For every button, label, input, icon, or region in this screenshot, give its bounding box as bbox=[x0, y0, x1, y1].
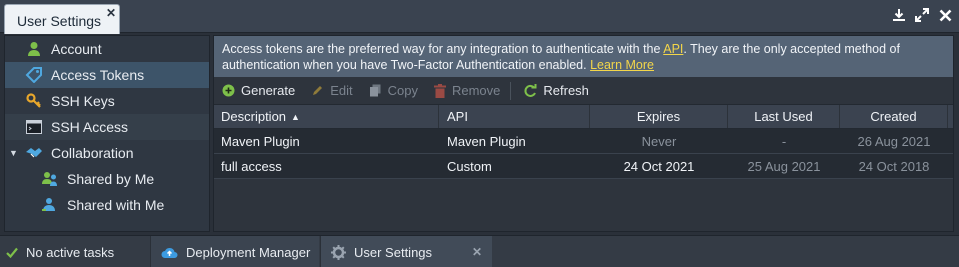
taskbar-label: Deployment Manager bbox=[186, 244, 311, 260]
user-share-icon bbox=[39, 196, 61, 214]
info-text: Access tokens are the preferred way for … bbox=[222, 42, 664, 56]
column-label: Last Used bbox=[754, 109, 813, 124]
tasks-status[interactable]: No active tasks bbox=[6, 236, 114, 267]
sidebar-item-access-tokens[interactable]: Access Tokens bbox=[5, 62, 209, 88]
cell-last-used: 25 Aug 2021 bbox=[747, 158, 821, 174]
check-icon bbox=[6, 247, 18, 258]
column-label: Expires bbox=[636, 109, 681, 124]
close-window-icon[interactable] bbox=[937, 7, 953, 23]
cell-expires: 24 Oct 2021 bbox=[623, 158, 695, 174]
users-icon bbox=[39, 170, 61, 188]
copy-label: Copy bbox=[387, 83, 418, 98]
edit-label: Edit bbox=[330, 83, 353, 98]
tasks-status-label: No active tasks bbox=[26, 244, 115, 260]
maximize-icon[interactable] bbox=[914, 7, 930, 23]
plus-circle-icon bbox=[222, 84, 235, 97]
handshake-icon bbox=[23, 144, 45, 162]
cell-expires: Never bbox=[641, 133, 677, 149]
pencil-icon bbox=[311, 84, 324, 97]
column-header-api[interactable]: API bbox=[439, 105, 590, 128]
tab-close-icon[interactable]: ✕ bbox=[106, 6, 116, 20]
main-panel: Access tokens are the preferred way for … bbox=[213, 35, 954, 232]
tab-user-settings[interactable]: User Settings ✕ bbox=[4, 4, 120, 34]
key-icon bbox=[23, 92, 45, 110]
window-controls bbox=[891, 7, 953, 23]
cell-created: 24 Oct 2018 bbox=[858, 158, 930, 174]
generate-button[interactable]: Generate bbox=[222, 83, 295, 98]
sidebar-item-label: Shared by Me bbox=[67, 171, 155, 187]
sidebar-item-label: Shared with Me bbox=[67, 197, 165, 213]
generate-label: Generate bbox=[241, 83, 296, 98]
copy-button[interactable]: Copy bbox=[369, 83, 418, 98]
cell-api: Custom bbox=[447, 158, 492, 174]
column-header-expires[interactable]: Expires bbox=[590, 105, 728, 128]
remove-label: Remove bbox=[451, 83, 501, 98]
taskbar-user-settings[interactable]: User Settings ✕ bbox=[320, 236, 492, 267]
column-header-last-used[interactable]: Last Used bbox=[728, 105, 840, 128]
download-icon[interactable] bbox=[891, 7, 907, 23]
taskbar-close-icon[interactable]: ✕ bbox=[472, 245, 482, 259]
column-header-created[interactable]: Created bbox=[840, 105, 948, 128]
tab-title: User Settings bbox=[17, 13, 102, 29]
table-row[interactable]: full access Custom 24 Oct 2021 25 Aug 20… bbox=[214, 154, 953, 179]
edit-button[interactable]: Edit bbox=[311, 83, 353, 98]
gear-icon bbox=[331, 244, 346, 260]
copy-icon bbox=[369, 84, 382, 97]
sidebar-item-ssh-keys[interactable]: SSH Keys bbox=[5, 88, 209, 114]
refresh-label: Refresh bbox=[543, 83, 589, 98]
column-label: Description bbox=[221, 109, 287, 124]
toolbar: Generate Edit Copy Remove Refresh bbox=[214, 77, 953, 105]
sidebar-item-label: SSH Keys bbox=[51, 93, 115, 109]
table-header: Description ▲ API Expires Last Used Crea… bbox=[214, 105, 953, 129]
sidebar-item-account[interactable]: Account bbox=[5, 36, 209, 62]
window-header: User Settings ✕ bbox=[0, 0, 959, 34]
trash-icon bbox=[433, 83, 446, 98]
toolbar-divider bbox=[510, 81, 512, 100]
sidebar-item-shared-with-me[interactable]: Shared with Me bbox=[5, 192, 209, 218]
sidebar-item-ssh-access[interactable]: SSH Access bbox=[5, 114, 209, 140]
sidebar-item-label: Access Tokens bbox=[51, 67, 145, 83]
expand-caret-icon[interactable]: ▼ bbox=[9, 148, 18, 158]
cloud-upload-icon bbox=[161, 246, 178, 259]
tag-icon bbox=[23, 66, 45, 84]
sort-ascending-icon: ▲ bbox=[291, 111, 300, 122]
info-banner: Access tokens are the preferred way for … bbox=[214, 36, 953, 77]
remove-button[interactable]: Remove bbox=[433, 83, 501, 98]
status-bar: No active tasks Deployment Manager User … bbox=[0, 235, 959, 267]
sidebar-item-shared-by-me[interactable]: Shared by Me bbox=[5, 166, 209, 192]
sidebar-item-label: Collaboration bbox=[51, 145, 134, 161]
column-header-description[interactable]: Description ▲ bbox=[214, 105, 439, 128]
column-label: API bbox=[447, 109, 468, 124]
user-icon bbox=[23, 40, 45, 58]
sidebar: Account Access Tokens SSH Keys SSH Acces… bbox=[4, 35, 210, 232]
api-link[interactable]: API bbox=[663, 42, 683, 56]
taskbar-label: User Settings bbox=[354, 244, 433, 260]
cell-created: 26 Aug 2021 bbox=[857, 133, 931, 149]
sidebar-item-collaboration[interactable]: ▼ Collaboration bbox=[5, 140, 209, 166]
taskbar-deployment-manager[interactable]: Deployment Manager bbox=[150, 236, 319, 267]
table-row[interactable]: Maven Plugin Maven Plugin Never - 26 Aug… bbox=[214, 129, 953, 154]
sidebar-item-label: Account bbox=[51, 41, 102, 57]
cell-api: Maven Plugin bbox=[447, 133, 526, 149]
terminal-icon bbox=[23, 118, 45, 136]
cell-description: full access bbox=[221, 158, 282, 174]
refresh-icon bbox=[523, 83, 537, 98]
refresh-button[interactable]: Refresh bbox=[523, 83, 589, 98]
cell-last-used: - bbox=[781, 133, 787, 149]
learn-more-link[interactable]: Learn More bbox=[590, 58, 654, 72]
sidebar-item-label: SSH Access bbox=[51, 119, 129, 135]
column-label: Created bbox=[870, 109, 917, 124]
cell-description: Maven Plugin bbox=[221, 133, 300, 149]
